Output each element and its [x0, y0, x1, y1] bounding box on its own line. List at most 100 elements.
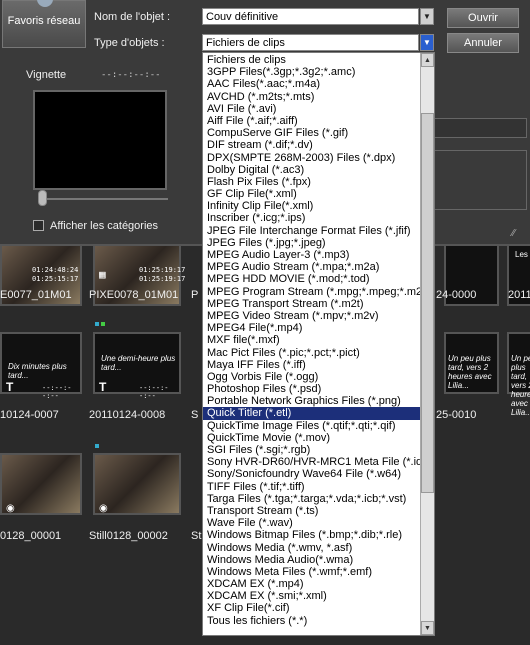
- clip-name: 20110124-0008: [89, 409, 166, 421]
- file-type-option[interactable]: XDCAM EX (*.mp4): [203, 578, 421, 590]
- status-dot: [95, 322, 99, 326]
- thumbnail-timecode: --:--:--:--: [101, 70, 161, 80]
- file-type-option[interactable]: MPEG Audio Stream (*.mpa;*.m2a): [203, 261, 421, 273]
- file-type-option[interactable]: CompuServe GIF Files (*.gif): [203, 127, 421, 139]
- file-type-option[interactable]: DPX(SMPTE 268M-2003) Files (*.dpx): [203, 152, 421, 164]
- file-type-option[interactable]: JPEG File Interchange Format Files (*.jf…: [203, 225, 421, 237]
- clip-thumbnail[interactable]: ◉: [0, 453, 82, 515]
- network-favorites-button[interactable]: Favoris réseau: [2, 0, 86, 48]
- file-type-option[interactable]: Dolby Digital (*.ac3): [203, 164, 421, 176]
- file-type-option[interactable]: Maya IFF Files (*.iff): [203, 359, 421, 371]
- file-type-option[interactable]: Ogg Vorbis File (*.ogg): [203, 371, 421, 383]
- type-label: Type d'objets :: [94, 37, 165, 49]
- file-type-option[interactable]: Quick Titler (*.etl): [203, 407, 421, 420]
- clip-name: PIXE0078_01M01: [89, 289, 179, 301]
- preview-slider-handle[interactable]: [38, 190, 47, 206]
- file-type-option[interactable]: AVI File (*.avi): [203, 103, 421, 115]
- file-type-option[interactable]: Targa Files (*.tga;*.targa;*.vda;*.icb;*…: [203, 493, 421, 505]
- file-type-option[interactable]: AVCHD (*.m2ts;*.mts): [203, 91, 421, 103]
- title-text: Les: [515, 250, 528, 259]
- file-type-option[interactable]: Portable Network Graphics Files (*.png): [203, 395, 421, 407]
- file-type-option[interactable]: Flash Pix Files (*.fpx): [203, 176, 421, 188]
- file-type-option[interactable]: MPEG Video Stream (*.mpv;*.m2v): [203, 310, 421, 322]
- network-icon: [37, 0, 53, 7]
- clip-timecode: 01:25:15:17: [32, 275, 79, 283]
- file-type-option[interactable]: Inscriber (*.icg;*.ips): [203, 212, 421, 224]
- file-type-option[interactable]: MPEG HDD MOVIE (*.mod;*.tod): [203, 273, 421, 285]
- file-type-option[interactable]: DIF stream (*.dif;*.dv): [203, 139, 421, 151]
- file-type-option[interactable]: AAC Files(*.aac;*.m4a): [203, 78, 421, 90]
- file-type-option[interactable]: Tous les fichiers (*.*): [203, 615, 421, 627]
- file-type-option[interactable]: Infinity Clip File(*.xml): [203, 200, 421, 212]
- clip-timecode: --:--:--:--: [139, 384, 169, 400]
- scroll-thumb[interactable]: [421, 113, 434, 493]
- file-type-option[interactable]: Windows Bitmap Files (*.bmp;*.dib;*.rle): [203, 529, 421, 541]
- file-type-option[interactable]: Windows Media (*.wmv, *.asf): [203, 542, 421, 554]
- file-type-option[interactable]: MPEG4 File(*.mp4): [203, 322, 421, 334]
- info-panel: [432, 150, 527, 210]
- clip-name: Still0128_00002: [89, 530, 168, 542]
- file-type-options: Fichiers de clips 3GPP Files(*.3gp;*.3g2;…: [203, 54, 421, 627]
- scroll-down-button[interactable]: ▼: [421, 621, 434, 635]
- clip-name: 10124-0007: [0, 409, 59, 421]
- clip-thumbnail[interactable]: Dix minutes plus tard... T --:--:--:--: [0, 332, 82, 400]
- clip-caption: Une demi-heure plus tard...: [101, 354, 176, 372]
- object-name-input[interactable]: Couv définitive: [202, 8, 419, 25]
- file-type-option[interactable]: JPEG Files (*.jpg;*.jpeg): [203, 237, 421, 249]
- file-type-option[interactable]: XF Clip File(*.cif): [203, 602, 421, 614]
- file-type-option[interactable]: Sony HVR-DR60/HVR-MRC1 Meta File (*.idx): [203, 456, 421, 468]
- file-type-option[interactable]: MXF file(*.mxf): [203, 334, 421, 346]
- file-type-option[interactable]: Fichiers de clips: [203, 54, 421, 66]
- show-categories-checkbox[interactable]: [33, 220, 44, 231]
- clip-thumbnail[interactable]: Un peu plus tard, vers 2 heures avec Lil…: [444, 332, 499, 394]
- preview-slider-track[interactable]: [38, 198, 168, 200]
- clip-thumbnail[interactable]: Un peu plus tard, vers 2 heures avec Lil…: [507, 332, 530, 417]
- file-type-option[interactable]: Mac Pict Files (*.pic;*.pct;*.pict): [203, 347, 421, 359]
- file-type-option[interactable]: Sony/Sonicfoundry Wave64 File (*.w64): [203, 468, 421, 480]
- file-type-option[interactable]: 3GPP Files(*.3gp;*.3g2;*.amc): [203, 66, 421, 78]
- file-type-option[interactable]: QuickTime Image Files (*.qtif;*.qti;*.qi…: [203, 420, 421, 432]
- file-type-option[interactable]: MPEG Transport Stream (*.m2t): [203, 298, 421, 310]
- title-icon: T: [6, 380, 14, 394]
- chevron-down-icon: ▼: [423, 12, 431, 21]
- scroll-up-button[interactable]: ▲: [421, 53, 434, 67]
- camera-icon: ◉: [99, 503, 108, 514]
- status-dot: [95, 444, 99, 448]
- file-type-option[interactable]: Windows Media Audio(*.wma): [203, 554, 421, 566]
- file-type-option[interactable]: MPEG Program Stream (*.mpg;*.mpeg;*.m2p;…: [203, 286, 421, 298]
- cancel-button[interactable]: Annuler: [447, 33, 519, 53]
- clip-caption: Dix minutes plus tard...: [8, 362, 67, 380]
- file-type-option[interactable]: QuickTime Movie (*.mov): [203, 432, 421, 444]
- file-type-listbox[interactable]: Fichiers de clips 3GPP Files(*.3gp;*.3g2;…: [202, 52, 435, 636]
- clip-thumbnail[interactable]: ◉: [93, 453, 181, 515]
- file-type-option[interactable]: Aiff File (*.aif;*.aiff): [203, 115, 421, 127]
- name-dropdown-button[interactable]: ▼: [420, 8, 434, 25]
- file-type-option[interactable]: Windows Meta Files (*.wmf;*.emf): [203, 566, 421, 578]
- type-dropdown-button[interactable]: ▼: [420, 34, 434, 51]
- file-type-option[interactable]: SGI Files (*.sgi;*.rgb): [203, 444, 421, 456]
- clip-caption: Un peu plus tard, vers 2 heures avec Lil…: [511, 354, 530, 417]
- clip-name: 0128_00001: [0, 530, 62, 542]
- name-label: Nom de l'objet :: [94, 11, 171, 23]
- title-icon: T: [99, 380, 107, 394]
- file-type-option[interactable]: Wave File (*.wav): [203, 517, 421, 529]
- file-type-option[interactable]: Transport Stream (*.ts): [203, 505, 421, 517]
- thumbnail-preview: [33, 90, 167, 190]
- listbox-scrollbar[interactable]: ▲ ▼: [420, 53, 434, 635]
- clip-thumbnail[interactable]: Une demi-heure plus tard... T --:--:--:-…: [93, 332, 181, 400]
- file-type-option[interactable]: XDCAM EX (*.smi;*.xml): [203, 590, 421, 602]
- clip-timecode: 01:24:48:24: [32, 266, 79, 274]
- info-field: [432, 118, 527, 138]
- resize-grip-icon[interactable]: ∕∕: [512, 228, 526, 242]
- file-type-option[interactable]: MPEG Audio Layer-3 (*.mp3): [203, 249, 421, 261]
- file-type-option[interactable]: TIFF Files (*.tif;*.tiff): [203, 481, 421, 493]
- network-favorites-label: Favoris réseau: [7, 15, 81, 27]
- open-button[interactable]: Ouvrir: [447, 8, 519, 28]
- file-type-option[interactable]: GF Clip File(*.xml): [203, 188, 421, 200]
- clip-caption: Un peu plus tard, vers 2 heures avec Lil…: [448, 354, 492, 390]
- file-type-option[interactable]: Photoshop Files (*.psd): [203, 383, 421, 395]
- chevron-down-icon: ▼: [423, 38, 431, 47]
- clip-timecode: 01:25:19:17: [139, 266, 186, 274]
- object-type-select[interactable]: Fichiers de clips: [202, 34, 419, 51]
- clip-timecode: 01:25:19:17: [139, 275, 186, 283]
